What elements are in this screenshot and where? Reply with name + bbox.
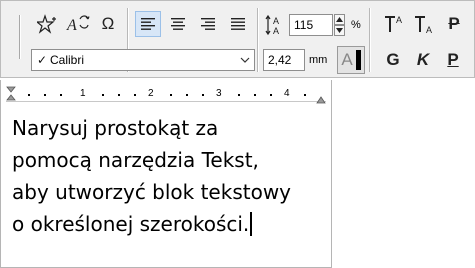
ruler-tick bbox=[254, 94, 256, 96]
text-block-content[interactable]: Narysuj prostokąt za pomocą narzędzia Te… bbox=[12, 112, 316, 240]
ruler-tick bbox=[238, 94, 240, 96]
ruler-tick bbox=[170, 94, 172, 96]
ruler-number: 2 bbox=[148, 88, 154, 99]
strikethrough-button[interactable]: P bbox=[441, 11, 467, 37]
ruler-tick bbox=[270, 94, 272, 96]
ruler-tick bbox=[118, 94, 120, 96]
align-center-icon bbox=[171, 18, 185, 30]
ruler-tick bbox=[28, 94, 30, 96]
ruler-tick bbox=[102, 94, 104, 96]
justify-button[interactable] bbox=[225, 11, 251, 37]
subscript-icon: A bbox=[415, 16, 432, 34]
text-formatting-toolbar: A Ω A A 115 % A A P ✓ Calibri 2,42 mm A … bbox=[0, 0, 475, 78]
superscript-icon: A bbox=[385, 15, 402, 32]
line-spacing-input[interactable]: 115 bbox=[289, 14, 333, 36]
superscript-button[interactable]: A bbox=[381, 11, 407, 37]
svg-text:A: A bbox=[66, 17, 77, 34]
svg-text:A: A bbox=[396, 15, 402, 25]
text-color-swatch bbox=[355, 50, 361, 70]
svg-text:A: A bbox=[273, 16, 279, 26]
font-size-unit: mm bbox=[309, 54, 328, 66]
ruler-tick bbox=[202, 94, 204, 96]
line-spacing-unit: % bbox=[351, 19, 361, 31]
ruler-tick bbox=[186, 94, 188, 96]
italic-button[interactable]: K bbox=[411, 48, 435, 72]
align-right-icon bbox=[201, 18, 215, 30]
ruler[interactable]: 1 2 3 4 bbox=[6, 86, 326, 102]
subscript-button[interactable]: A bbox=[411, 11, 437, 37]
left-indent-marker-icon[interactable] bbox=[6, 86, 16, 107]
align-center-button[interactable] bbox=[165, 11, 191, 37]
font-family-select[interactable]: ✓ Calibri bbox=[31, 49, 255, 71]
bold-button[interactable]: G bbox=[381, 48, 405, 72]
underline-button[interactable]: P bbox=[441, 48, 465, 72]
align-left-button[interactable] bbox=[135, 11, 161, 37]
line-spacing-spinner[interactable] bbox=[334, 14, 345, 36]
ruler-tick bbox=[134, 94, 136, 96]
svg-text:A: A bbox=[273, 26, 279, 36]
text-replace-icon[interactable]: A bbox=[65, 11, 91, 37]
ruler-number: 4 bbox=[284, 88, 290, 99]
text-line: pomocą narzędzia Tekst, bbox=[12, 148, 259, 172]
ruler-tick bbox=[44, 94, 46, 96]
spin-down-icon[interactable] bbox=[334, 25, 345, 36]
chevron-down-icon[interactable] bbox=[236, 57, 254, 63]
ruler-tick bbox=[304, 94, 306, 96]
ruler-tick bbox=[60, 94, 62, 96]
text-color-letter: A bbox=[341, 50, 353, 69]
omega-symbol-icon[interactable]: Ω bbox=[95, 11, 121, 37]
align-right-button[interactable] bbox=[195, 11, 221, 37]
line-spacing-icon: A A bbox=[263, 12, 287, 38]
right-indent-marker-icon[interactable] bbox=[316, 91, 326, 109]
special-character-star-icon[interactable] bbox=[35, 11, 61, 37]
text-line: aby utworzyć blok tekstowy bbox=[12, 180, 292, 204]
toolbar-separator bbox=[257, 8, 259, 72]
text-line: o określonej szerokości. bbox=[12, 212, 250, 236]
ruler-number: 1 bbox=[80, 88, 86, 99]
text-line-last: o określonej szerokości. bbox=[12, 208, 316, 240]
justify-icon bbox=[231, 18, 245, 30]
align-left-icon bbox=[141, 18, 155, 30]
text-color-button[interactable]: A bbox=[337, 46, 365, 74]
toolbar-grip[interactable] bbox=[19, 15, 21, 59]
svg-text:A: A bbox=[426, 25, 432, 34]
text-line: Narysuj prostokąt za bbox=[12, 116, 219, 140]
font-family-value: Calibri bbox=[50, 53, 85, 67]
font-size-input[interactable]: 2,42 bbox=[263, 49, 305, 71]
ruler-number: 3 bbox=[216, 88, 222, 99]
text-caret bbox=[250, 212, 253, 236]
spin-up-icon[interactable] bbox=[334, 14, 345, 25]
font-installed-check-icon: ✓ bbox=[36, 53, 48, 67]
toolbar-separator bbox=[369, 8, 371, 72]
